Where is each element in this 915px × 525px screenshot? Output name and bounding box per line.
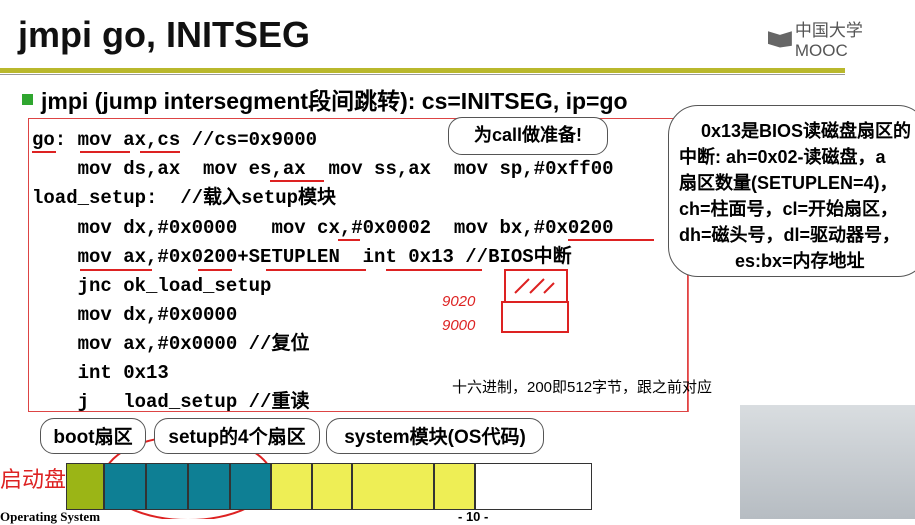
handwriting: 9000 <box>442 317 476 334</box>
disk-label: 启动盘 <box>0 467 67 492</box>
footer-text: Operating System <box>0 509 101 524</box>
handwriting: 9020 <box>442 293 476 310</box>
callout-system: system模块(OS代码) <box>326 418 544 454</box>
boot-sector <box>66 463 104 510</box>
page-number: - 10 - <box>458 509 489 524</box>
setup-sector <box>104 463 146 510</box>
setup-sector <box>146 463 188 510</box>
callout-boot: boot扇区 <box>40 418 146 454</box>
system-sector <box>434 463 475 510</box>
caption-subtitle: 十六进制，200即512字节，跟之前对应 <box>452 379 713 396</box>
empty-sector <box>475 463 592 510</box>
callout-setup: setup的4个扇区 <box>154 418 320 454</box>
lecturer-video <box>740 405 915 519</box>
setup-sector <box>230 463 271 510</box>
setup-sector <box>188 463 230 510</box>
system-sector <box>352 463 434 510</box>
system-sector <box>312 463 352 510</box>
system-sector <box>271 463 312 510</box>
